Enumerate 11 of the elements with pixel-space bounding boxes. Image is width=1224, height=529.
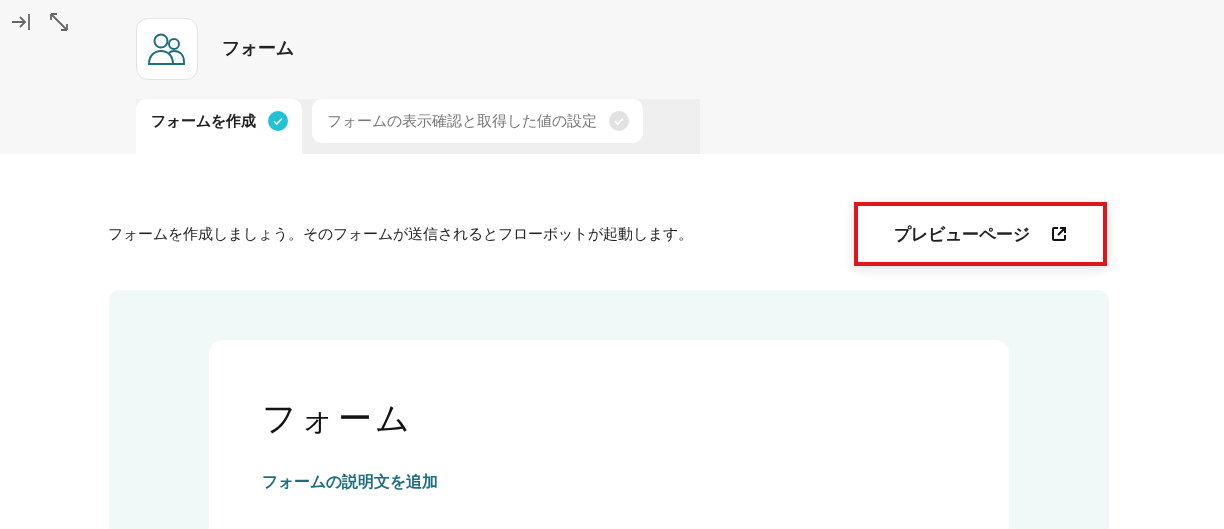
preview-page-button[interactable]: プレビューページ — [854, 202, 1107, 266]
expand-icon[interactable] — [48, 11, 70, 33]
description-text: フォームを作成しましょう。そのフォームが送信されるとフローボットが起動します。 — [108, 224, 693, 244]
page-title: フォーム — [222, 36, 294, 60]
step-tab[interactable]: フォームの表示確認と取得した値の設定 — [312, 99, 643, 143]
people-icon — [147, 32, 187, 66]
external-link-icon — [1049, 225, 1068, 243]
collapse-icon[interactable] — [10, 11, 32, 33]
step-tab[interactable]: フォームを作成 — [136, 99, 302, 154]
form-title: フォーム — [262, 397, 413, 440]
add-description-link[interactable]: フォームの説明文を追加 — [262, 472, 438, 493]
